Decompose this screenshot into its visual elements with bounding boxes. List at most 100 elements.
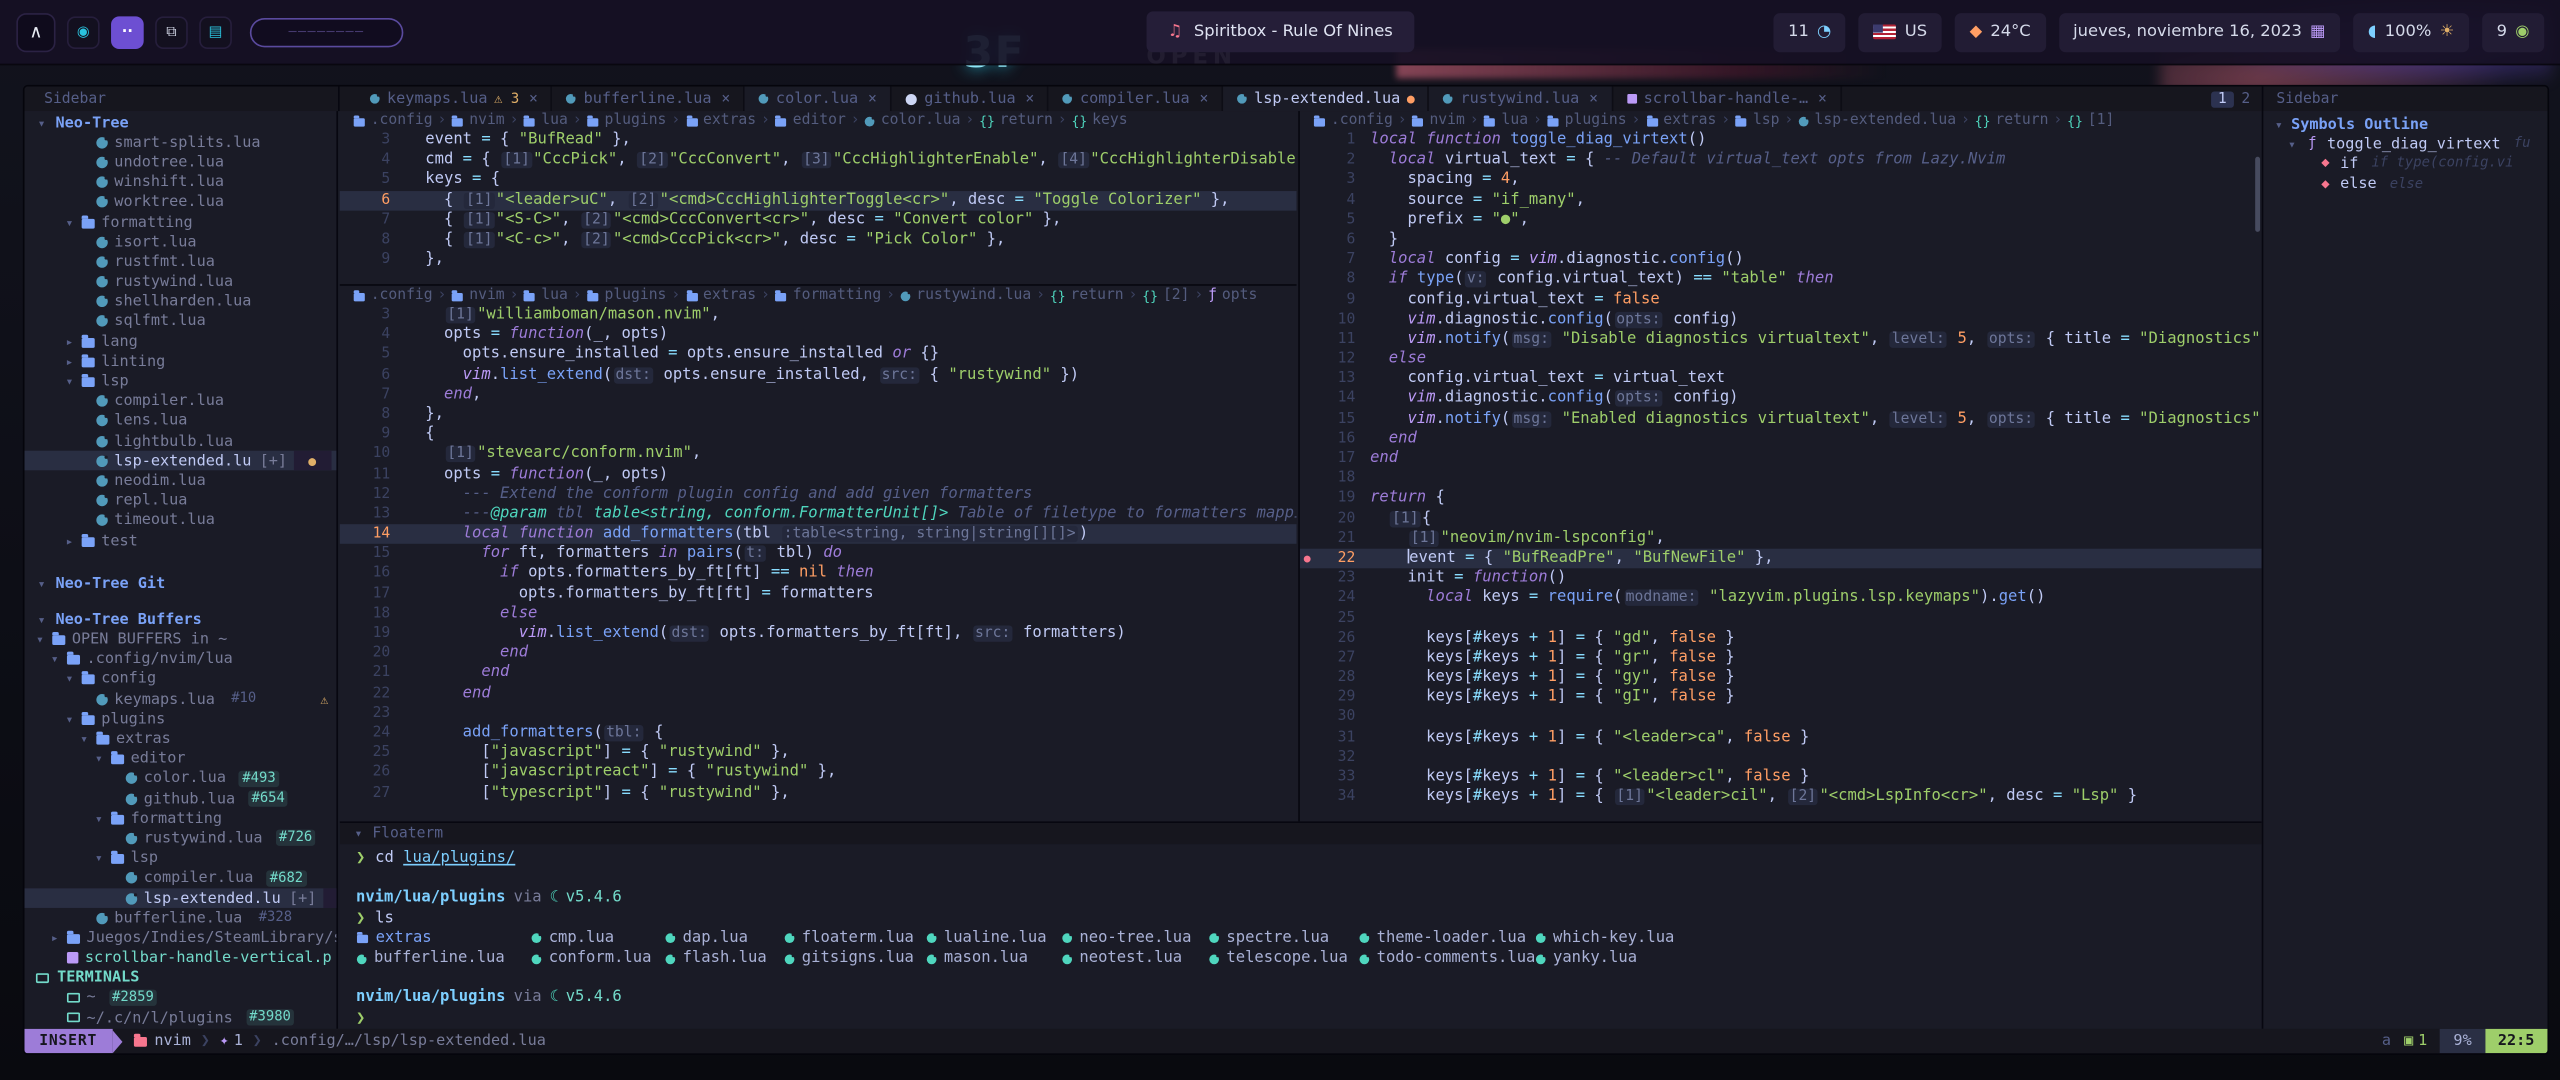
code-line-8[interactable]: 8 { [1]"<C-c>", [2]"<cmd>CccPick<cr>", d…	[340, 230, 1297, 250]
file-which-key.lua[interactable]: which-key.lua	[1535, 929, 1674, 949]
tree-item-timeout.lua[interactable]: timeout.lua	[24, 511, 336, 531]
code-line-8[interactable]: 8 if type(v: config.virtual_text) == "ta…	[1300, 270, 2262, 290]
code-line-12[interactable]: 12 else	[1300, 350, 2262, 370]
code-buffer-lsp-extended-lua[interactable]: 1local function toggle_diag_virtext() 2 …	[1300, 131, 2262, 808]
code-line-1[interactable]: 1local function toggle_diag_virtext()	[1300, 131, 2262, 151]
code-line-33[interactable]: 33 keys[#keys + 1] = { "<leader>cl", fal…	[1300, 768, 2262, 788]
keyboard-layout-module[interactable]: US	[1859, 12, 1942, 51]
code-line-24[interactable]: 24 add_formatters(tbl: {	[340, 723, 1297, 743]
code-line-22[interactable]: 22 end	[340, 684, 1297, 704]
code-line-10[interactable]: 10 [1]"stevearc/conform.nvim",	[340, 445, 1297, 465]
code-line-3[interactable]: 3 event = { "BufRead" },	[340, 131, 1297, 151]
code-line-27[interactable]: 27 keys[#keys + 1] = { "gr", false }	[1300, 648, 2262, 668]
expander-icon[interactable]: ▸	[49, 931, 60, 946]
audio-module[interactable]: ◖ 100% ☀	[2353, 12, 2469, 51]
file-theme-loader.lua[interactable]: theme-loader.lua	[1359, 929, 1535, 949]
neo-tree-git-header[interactable]: ▾ Neo-Tree Git	[24, 573, 336, 593]
code-line-3[interactable]: 3 [1]"williamboman/mason.nvim",	[340, 305, 1297, 325]
tree-item-repl.lua[interactable]: repl.lua	[24, 491, 336, 511]
weather-module[interactable]: ◆ 24°C	[1955, 12, 2046, 51]
symbol-if[interactable]: ◆ifif type(config.vi	[2263, 154, 2547, 174]
code-line-11[interactable]: 11 opts = function(_, opts)	[340, 465, 1297, 485]
tree-item-Juegos-Indies-SteamLibrary-st[interactable]: ▸Juegos/Indies/SteamLibrary/st	[24, 928, 336, 948]
tab-bufferline.lua[interactable]: bufferline.lua×	[553, 87, 745, 111]
file-floaterm.lua[interactable]: floaterm.lua	[784, 929, 926, 949]
tab-color.lua[interactable]: color.lua×	[745, 87, 892, 111]
code-line-7[interactable]: 7 local config = vim.diagnostic.config()	[1300, 250, 2262, 270]
now-playing-widget[interactable]: ♫ Spiritbox - Rule Of Nines	[1147, 11, 1414, 52]
code-line-12[interactable]: 12 --- Extend the conform plugin config …	[340, 484, 1297, 504]
file-yanky.lua[interactable]: yanky.lua	[1535, 949, 1637, 969]
tabpage-1[interactable]: 1	[2211, 91, 2233, 107]
code-line-5[interactable]: 5 keys = {	[340, 170, 1297, 190]
code-line-13[interactable]: 13 ---@param tbl table<string, conform.F…	[340, 504, 1297, 524]
tree-item-rustywind.lua[interactable]: rustywind.lua	[24, 272, 336, 292]
floaterm-body[interactable]: ❯cd lua/plugins/nvim/lua/pluginsvia☾v5.4…	[340, 844, 2262, 1028]
file-gitsigns.lua[interactable]: gitsigns.lua	[784, 949, 926, 969]
code-line-14[interactable]: 14 vim.diagnostic.config(opts: config)	[1300, 389, 2262, 409]
code-line-2[interactable]: 2 local virtual_text = { -- Default virt…	[1300, 151, 2262, 171]
expander-icon[interactable]: ▸	[64, 533, 75, 548]
tree-item-plugins[interactable]: ▾plugins	[24, 709, 336, 729]
neo-tree-files-header[interactable]: ▾ Neo-Tree	[24, 113, 336, 133]
tree-item-editor[interactable]: ▾editor	[24, 749, 336, 769]
code-line-19[interactable]: 19 vim.list_extend(dst: opts.formatters_…	[340, 624, 1297, 644]
code-line-20[interactable]: 20 [1]{	[1300, 509, 2262, 529]
tree-item-.config-nvim-lua[interactable]: ▾.config/nvim/lua	[24, 649, 336, 669]
code-line-15[interactable]: 15 for ft, formatters in pairs(t: tbl) d…	[340, 544, 1297, 564]
tree-item-config[interactable]: ▾config	[24, 669, 336, 689]
tree-item-keymaps.lua[interactable]: keymaps.lua#10⚠	[24, 689, 336, 709]
symbols-outline-header[interactable]: ▾ Symbols Outline	[2263, 114, 2547, 134]
file-flash.lua[interactable]: flash.lua	[665, 949, 784, 969]
tree-item-github.lua[interactable]: github.lua#654	[24, 789, 336, 809]
tree-item-extras[interactable]: ▾extras	[24, 729, 336, 749]
code-line-5[interactable]: 5 prefix = "●",	[1300, 210, 2262, 230]
tree-item-test[interactable]: ▸test	[24, 531, 336, 551]
code-line-6[interactable]: 6 { [1]"<leader>uC", [2]"<cmd>CccHighlig…	[340, 190, 1297, 210]
tree-item-smart-splits.lua[interactable]: smart-splits.lua	[24, 133, 336, 153]
code-line-27[interactable]: 27 ["typescript"] = { "rustywind" },	[340, 783, 1297, 803]
code-line-4[interactable]: 4 opts = function(_, opts)	[340, 325, 1297, 345]
symbol-toggle_diag_virtext[interactable]: ▾ƒtoggle_diag_virtextfu	[2263, 134, 2547, 154]
code-line-26[interactable]: 26 ["javascriptreact"] = { "rustywind" }…	[340, 763, 1297, 783]
close-icon[interactable]: ×	[529, 91, 538, 107]
expander-icon[interactable]: ▾	[34, 632, 45, 647]
tree-item-lsp[interactable]: ▾lsp	[24, 848, 336, 868]
tab-keymaps.lua[interactable]: keymaps.lua⚠ 3×	[356, 87, 553, 111]
code-line-20[interactable]: 20 end	[340, 644, 1297, 664]
code-line-16[interactable]: 16 end	[1300, 429, 2262, 449]
code-line-9[interactable]: 9 config.virtual_text = false	[1300, 290, 2262, 310]
recorder-button[interactable]: ◉	[67, 16, 100, 49]
code-line-26[interactable]: 26 keys[#keys + 1] = { "gd", false }	[1300, 628, 2262, 648]
code-line-19[interactable]: 19return {	[1300, 489, 2262, 509]
code-line-11[interactable]: 11 vim.notify(msg: "Disable diagnostics …	[1300, 330, 2262, 350]
code-line-30[interactable]: 30	[1300, 708, 2262, 728]
tree-item-compiler.lua[interactable]: compiler.lua#682	[24, 868, 336, 888]
tree-item-formatting[interactable]: ▾formatting	[24, 212, 336, 232]
tree-item-worktree.lua[interactable]: worktree.lua	[24, 192, 336, 212]
code-line-15[interactable]: 15 vim.notify(msg: "Enabled diagnostics …	[1300, 409, 2262, 429]
tree-item-isort.lua[interactable]: isort.lua	[24, 232, 336, 252]
file-mason.lua[interactable]: mason.lua	[926, 949, 1062, 969]
code-line-7[interactable]: 7 end,	[340, 385, 1297, 405]
code-line-17[interactable]: 17 opts.formatters_by_ft[ft] = formatter…	[340, 584, 1297, 604]
code-line-9[interactable]: 9 },	[340, 250, 1297, 270]
expander-icon[interactable]: ▾	[78, 732, 89, 747]
tree-item-bufferline.lua[interactable]: bufferline.lua#328	[24, 908, 336, 928]
expander-icon[interactable]: ▾	[93, 811, 104, 826]
tab-rustywind.lua[interactable]: rustywind.lua×	[1429, 87, 1612, 111]
tree-item-lang[interactable]: ▸lang	[24, 332, 336, 352]
code-line-24[interactable]: 24 local keys = require(modname: "lazyvi…	[1300, 588, 2262, 608]
tree-item-lens.lua[interactable]: lens.lua	[24, 411, 336, 431]
code-line-25[interactable]: 25 ["javascript"] = { "rustywind" },	[340, 743, 1297, 763]
notes-button[interactable]: ▤	[199, 16, 232, 49]
expander-icon[interactable]: ▸	[64, 354, 75, 369]
tree-item-formatting[interactable]: ▾formatting	[24, 809, 336, 829]
code-line-21[interactable]: 21 [1]"neovim/nvim-lspconfig",	[1300, 529, 2262, 549]
code-line-18[interactable]: 18	[1300, 469, 2262, 489]
code-line-22[interactable]: ●22 event = { "BufReadPre", "BufNewFile"…	[1300, 549, 2262, 569]
symbol-else[interactable]: ◆elseelse	[2263, 174, 2547, 194]
power-module[interactable]: 9 ◉	[2482, 12, 2544, 51]
code-line-23[interactable]: 23 init = function()	[1300, 568, 2262, 588]
file-extras[interactable]: extras	[356, 929, 531, 949]
